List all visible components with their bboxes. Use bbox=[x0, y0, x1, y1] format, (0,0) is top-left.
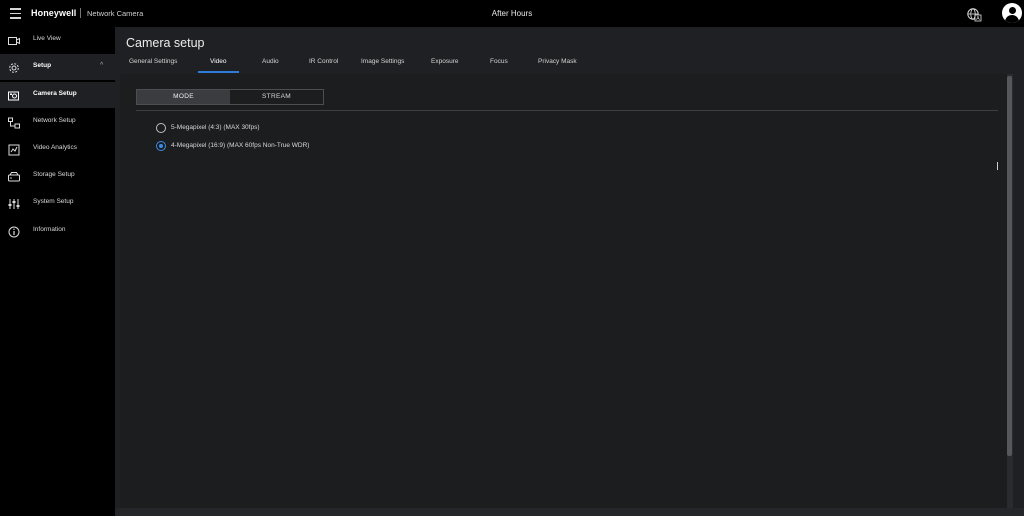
tab-focus[interactable]: Focus bbox=[490, 58, 508, 65]
camera-icon bbox=[8, 89, 20, 101]
sidebar-item-storage-setup[interactable]: Storage Setup bbox=[0, 163, 115, 189]
video-camera-icon bbox=[8, 34, 20, 46]
mode-title: After Hours bbox=[491, 9, 533, 18]
tab-privacy-mask[interactable]: Privacy Mask bbox=[538, 58, 577, 65]
radio-button[interactable] bbox=[156, 123, 166, 133]
sidebar-item-label: Storage Setup bbox=[33, 171, 75, 178]
chevron-up-icon[interactable]: ^ bbox=[100, 62, 103, 69]
sidebar-item-information[interactable]: Information bbox=[0, 218, 115, 244]
bottom-strip bbox=[115, 508, 1024, 516]
tab-image-settings[interactable]: Image Settings bbox=[361, 58, 404, 65]
option-label: 5-Megapixel (4:3) (MAX 30fps) bbox=[171, 124, 260, 131]
sidebar-item-label: Camera Setup bbox=[33, 90, 77, 97]
sidebar-item-label: Network Setup bbox=[33, 117, 76, 124]
segment-stream[interactable]: STREAM bbox=[230, 90, 323, 104]
main-content: Camera setup General Settings Video Audi… bbox=[115, 27, 1024, 516]
brand-divider bbox=[80, 8, 81, 18]
video-panel: MODE STREAM 5-Megapixel (4:3) (MAX 30fps… bbox=[120, 74, 1007, 508]
gear-icon bbox=[8, 61, 20, 73]
svg-text:A: A bbox=[976, 16, 980, 22]
sidebar-item-network-setup[interactable]: Network Setup bbox=[0, 109, 115, 135]
sliders-icon bbox=[8, 197, 20, 209]
sidebar-item-live-view[interactable]: Live View bbox=[0, 27, 115, 53]
page-title: Camera setup bbox=[126, 36, 205, 50]
sidebar-item-label: Video Analytics bbox=[33, 144, 77, 151]
user-icon[interactable] bbox=[1002, 3, 1022, 23]
sidebar-item-setup[interactable]: Setup ^ bbox=[0, 54, 115, 80]
tab-ir-control[interactable]: IR Control bbox=[309, 58, 338, 65]
storage-icon bbox=[8, 170, 20, 182]
tab-general-settings[interactable]: General Settings bbox=[129, 58, 177, 65]
sidebar-item-label: Setup bbox=[33, 62, 52, 69]
product-name: Network Camera bbox=[87, 9, 144, 18]
segment-mode[interactable]: MODE bbox=[137, 90, 230, 104]
analytics-icon bbox=[8, 143, 20, 156]
tab-exposure[interactable]: Exposure bbox=[431, 58, 458, 65]
tab-bar: General Settings Video Audio IR Control … bbox=[115, 55, 1015, 73]
sidebar-item-label: System Setup bbox=[33, 198, 74, 205]
radio-button-selected[interactable] bbox=[156, 141, 166, 151]
sidebar-item-system-setup[interactable]: System Setup bbox=[0, 190, 115, 216]
segmented-control: MODE STREAM bbox=[136, 89, 324, 105]
sidebar: Live View Setup ^ Camera Setup Network S… bbox=[0, 27, 115, 516]
info-icon bbox=[8, 225, 20, 238]
scrollbar-thumb[interactable] bbox=[1007, 76, 1012, 456]
sidebar-item-label: Live View bbox=[33, 35, 61, 42]
active-tab-indicator bbox=[198, 71, 239, 73]
network-icon bbox=[8, 116, 20, 129]
language-icon[interactable]: A bbox=[966, 6, 982, 22]
tab-audio[interactable]: Audio bbox=[262, 58, 279, 65]
sidebar-item-video-analytics[interactable]: Video Analytics bbox=[0, 136, 115, 162]
sidebar-item-label: Information bbox=[33, 226, 66, 233]
top-bar: Honeywell Network Camera After Hours A bbox=[0, 0, 1024, 27]
sidebar-item-camera-setup[interactable]: Camera Setup bbox=[0, 82, 115, 108]
menu-icon[interactable] bbox=[10, 8, 22, 19]
text-caret bbox=[997, 162, 998, 170]
divider bbox=[136, 110, 998, 111]
brand-logo: Honeywell bbox=[31, 8, 77, 18]
tab-video[interactable]: Video bbox=[210, 58, 227, 65]
option-label: 4-Megapixel (16:9) (MAX 60fps Non-True W… bbox=[171, 142, 310, 149]
